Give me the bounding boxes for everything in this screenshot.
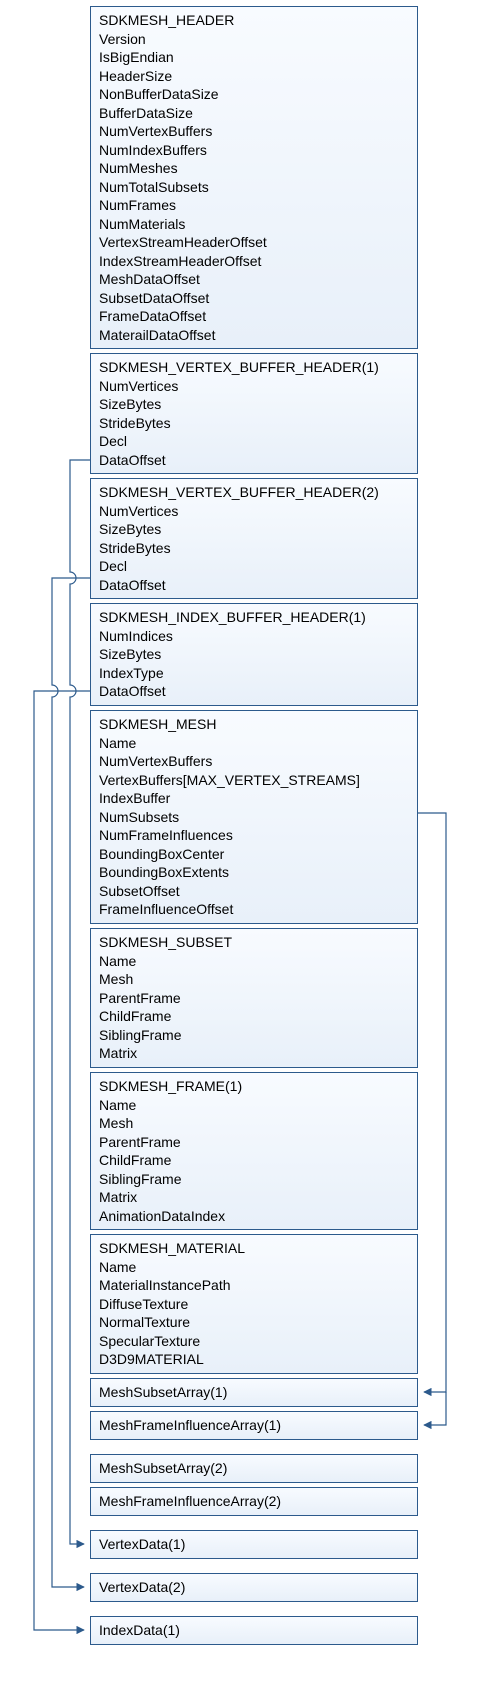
struct-field: SizeBytes: [99, 645, 409, 664]
struct-field: NumMaterials: [99, 215, 409, 234]
struct-field: D3D9MATERIAL: [99, 1350, 409, 1369]
struct-box-subset: SDKMESH_SUBSETNameMeshParentFrameChildFr…: [90, 928, 418, 1068]
struct-field: VertexStreamHeaderOffset: [99, 233, 409, 252]
struct-field: MeshSubsetArray(1): [99, 1383, 409, 1402]
struct-field: MeshFrameInfluenceArray(1): [99, 1416, 409, 1435]
struct-field: SDKMESH_MESH: [99, 715, 409, 734]
struct-field: NumMeshes: [99, 159, 409, 178]
struct-field: IndexData(1): [99, 1621, 409, 1640]
struct-field: NumVertices: [99, 502, 409, 521]
struct-field: SizeBytes: [99, 395, 409, 414]
struct-field: SDKMESH_FRAME(1): [99, 1077, 409, 1096]
struct-field: SDKMESH_MATERIAL: [99, 1239, 409, 1258]
struct-box-vbh2: SDKMESH_VERTEX_BUFFER_HEADER(2)NumVertic…: [90, 478, 418, 599]
struct-field: Name: [99, 1258, 409, 1277]
struct-field: SDKMESH_INDEX_BUFFER_HEADER(1): [99, 608, 409, 627]
struct-field: SizeBytes: [99, 520, 409, 539]
struct-field: Decl: [99, 432, 409, 451]
struct-box-frame1: SDKMESH_FRAME(1)NameMeshParentFrameChild…: [90, 1072, 418, 1230]
struct-field: HeaderSize: [99, 67, 409, 86]
struct-field: NumVertices: [99, 377, 409, 396]
struct-box-mfia2: MeshFrameInfluenceArray(2): [90, 1487, 418, 1516]
struct-field: VertexBuffers[MAX_VERTEX_STREAMS]: [99, 771, 409, 790]
struct-field: Name: [99, 734, 409, 753]
struct-field: Matrix: [99, 1044, 409, 1063]
struct-field: NumIndices: [99, 627, 409, 646]
struct-field: ChildFrame: [99, 1151, 409, 1170]
struct-field: NumFrames: [99, 196, 409, 215]
struct-field: Version: [99, 30, 409, 49]
struct-field: VertexData(1): [99, 1535, 409, 1554]
struct-field: Decl: [99, 557, 409, 576]
struct-field: NumFrameInfluences: [99, 826, 409, 845]
struct-field: DataOffset: [99, 451, 409, 470]
struct-field: MeshFrameInfluenceArray(2): [99, 1492, 409, 1511]
struct-field: BoundingBoxExtents: [99, 863, 409, 882]
struct-field: DataOffset: [99, 682, 409, 701]
struct-field: NonBufferDataSize: [99, 85, 409, 104]
struct-field: ParentFrame: [99, 989, 409, 1008]
struct-field: AnimationDataIndex: [99, 1207, 409, 1226]
struct-field: StrideBytes: [99, 414, 409, 433]
struct-field: DataOffset: [99, 576, 409, 595]
struct-field: SDKMESH_HEADER: [99, 11, 409, 30]
struct-field: BoundingBoxCenter: [99, 845, 409, 864]
connector-vbh2-to-vertexdata2: [52, 578, 90, 1587]
struct-field: StrideBytes: [99, 539, 409, 558]
struct-field: SubsetDataOffset: [99, 289, 409, 308]
connector-mesh-to-meshsubsetarray1: [418, 813, 446, 1392]
connector-ibh1-to-indexdata1: [34, 691, 90, 1630]
struct-field: ChildFrame: [99, 1007, 409, 1026]
struct-box-ibh1: SDKMESH_INDEX_BUFFER_HEADER(1)NumIndices…: [90, 603, 418, 706]
struct-field: SDKMESH_VERTEX_BUFFER_HEADER(1): [99, 358, 409, 377]
struct-box-header: SDKMESH_HEADERVersionIsBigEndianHeaderSi…: [90, 6, 418, 349]
struct-field: FrameInfluenceOffset: [99, 900, 409, 919]
struct-field: MeshDataOffset: [99, 270, 409, 289]
struct-box-msa2: MeshSubsetArray(2): [90, 1454, 418, 1483]
struct-field: VertexData(2): [99, 1578, 409, 1597]
struct-box-vd1: VertexData(1): [90, 1530, 418, 1559]
struct-field: Name: [99, 1096, 409, 1115]
struct-field: Name: [99, 952, 409, 971]
struct-field: Mesh: [99, 970, 409, 989]
struct-field: DiffuseTexture: [99, 1295, 409, 1314]
struct-field: BufferDataSize: [99, 104, 409, 123]
connector-vbh1-to-vertexdata1: [70, 460, 90, 1544]
struct-field: SDKMESH_VERTEX_BUFFER_HEADER(2): [99, 483, 409, 502]
struct-field: FrameDataOffset: [99, 307, 409, 326]
struct-box-msa1: MeshSubsetArray(1): [90, 1378, 418, 1407]
struct-field: SubsetOffset: [99, 882, 409, 901]
struct-field: SpecularTexture: [99, 1332, 409, 1351]
struct-field: IndexType: [99, 664, 409, 683]
struct-field: NumTotalSubsets: [99, 178, 409, 197]
struct-field: MeshSubsetArray(2): [99, 1459, 409, 1478]
struct-box-material: SDKMESH_MATERIALNameMaterialInstancePath…: [90, 1234, 418, 1374]
struct-field: IndexBuffer: [99, 789, 409, 808]
struct-box-mfia1: MeshFrameInfluenceArray(1): [90, 1411, 418, 1440]
struct-field: SiblingFrame: [99, 1026, 409, 1045]
struct-field: NumVertexBuffers: [99, 122, 409, 141]
connector-mesh-to-meshframeinfluencearray1: [424, 1392, 446, 1425]
struct-field: ParentFrame: [99, 1133, 409, 1152]
struct-box-mesh: SDKMESH_MESHNameNumVertexBuffersVertexBu…: [90, 710, 418, 924]
struct-field: Mesh: [99, 1114, 409, 1133]
struct-box-vbh1: SDKMESH_VERTEX_BUFFER_HEADER(1)NumVertic…: [90, 353, 418, 474]
struct-field: MaterailDataOffset: [99, 326, 409, 345]
struct-field: Matrix: [99, 1188, 409, 1207]
struct-field: MaterialInstancePath: [99, 1276, 409, 1295]
struct-field: NumVertexBuffers: [99, 752, 409, 771]
struct-field: NumIndexBuffers: [99, 141, 409, 160]
struct-field: SiblingFrame: [99, 1170, 409, 1189]
struct-box-vd2: VertexData(2): [90, 1573, 418, 1602]
struct-field: NormalTexture: [99, 1313, 409, 1332]
diagram-canvas: SDKMESH_HEADERVersionIsBigEndianHeaderSi…: [0, 0, 504, 1684]
struct-field: IndexStreamHeaderOffset: [99, 252, 409, 271]
struct-field: SDKMESH_SUBSET: [99, 933, 409, 952]
struct-field: NumSubsets: [99, 808, 409, 827]
struct-box-id1: IndexData(1): [90, 1616, 418, 1645]
struct-field: IsBigEndian: [99, 48, 409, 67]
